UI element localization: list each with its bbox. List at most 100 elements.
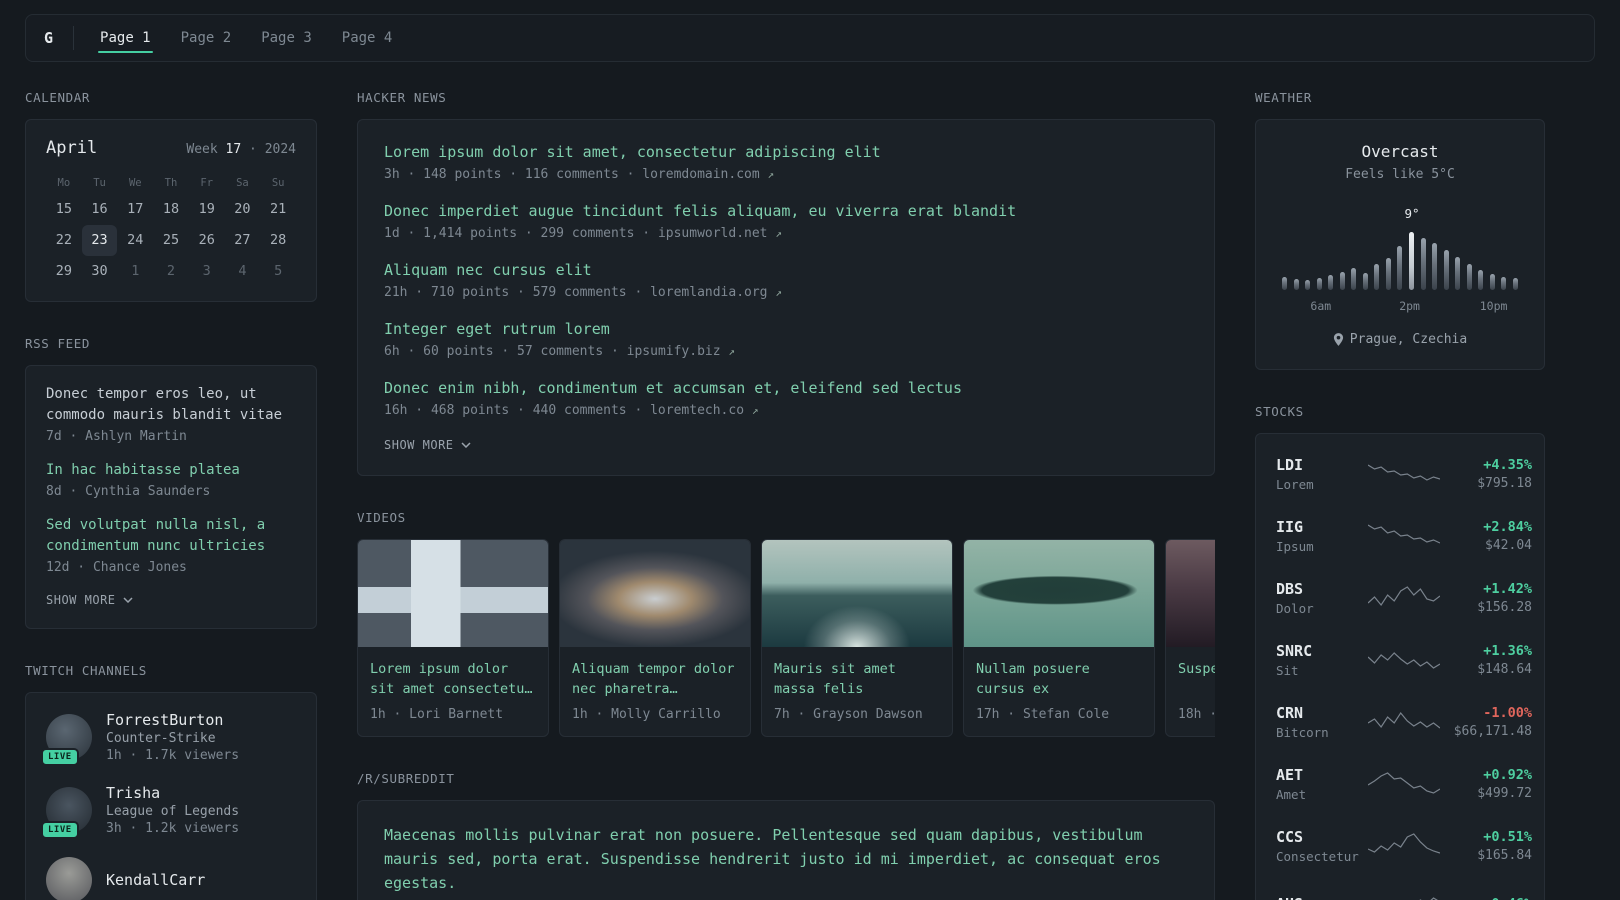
weather-bar bbox=[1501, 277, 1507, 290]
stock-row: DBS Dolor +1.42% $156.28 bbox=[1276, 567, 1532, 629]
video-thumbnail[interactable] bbox=[964, 540, 1154, 647]
stock-price: $66,171.48 bbox=[1453, 724, 1532, 739]
stock-change: +1.42% bbox=[1483, 581, 1532, 597]
stock-change: +1.36% bbox=[1483, 643, 1532, 659]
calendar-day: 15 bbox=[55, 201, 72, 217]
news-item-source-link[interactable]: ipsumworld.net ↗ bbox=[658, 226, 782, 241]
channel-name[interactable]: ForrestBurton bbox=[106, 711, 223, 729]
channel-info: Trisha League of Legends 3h · 1.2k viewers bbox=[106, 784, 239, 836]
news-item-title[interactable]: Integer eget rutrum lorem bbox=[384, 319, 1188, 339]
twitch-channel-row[interactable]: LIVE Trisha League of Legends 3h · 1.2k vie… bbox=[41, 784, 296, 839]
video-row: Lorem ipsum dolor sit amet consectetu… 1h… bbox=[357, 539, 1215, 737]
tab-page-1[interactable]: Page 1 bbox=[98, 15, 153, 61]
news-item-title[interactable]: Maecenas mollis pulvinar erat non posuer… bbox=[384, 823, 1188, 895]
stock-values: +0.92% $499.72 bbox=[1440, 767, 1532, 801]
channel-name[interactable]: KendallCarr bbox=[106, 871, 205, 889]
tab-page-4[interactable]: Page 4 bbox=[340, 15, 395, 61]
calendar-day: 19 bbox=[198, 201, 215, 217]
news-item-source-link[interactable]: loremtech.co ↗ bbox=[650, 403, 758, 418]
rss-item-title[interactable]: In hac habitasse platea bbox=[46, 460, 296, 481]
twitch-channel-row[interactable]: KendallCarr bbox=[46, 857, 296, 900]
video-card[interactable]: Mauris sit amet massa felis 7h · Grayson … bbox=[761, 539, 953, 737]
video-title[interactable]: Mauris sit amet massa felis bbox=[774, 659, 940, 699]
weather-bar bbox=[1420, 238, 1426, 290]
video-card-body: Lorem ipsum dolor sit amet consectetu… 1h… bbox=[358, 647, 548, 736]
video-card[interactable]: Aliquam tempor dolor nec pharetra… 1h · M… bbox=[559, 539, 751, 737]
stocks-section-title: STOCKS bbox=[1255, 404, 1304, 419]
video-thumbnail[interactable] bbox=[1166, 540, 1215, 647]
stock-price: $165.84 bbox=[1477, 848, 1532, 863]
weather-bar bbox=[1362, 273, 1368, 290]
tab-page-3[interactable]: Page 3 bbox=[259, 15, 314, 61]
twitch-channel-row[interactable]: LIVE ForrestBurton Counter-Strike 1h · 1.7k… bbox=[41, 711, 296, 766]
weather-time-label: 2pm bbox=[1399, 299, 1420, 313]
rss-item-title[interactable]: Sed volutpat nulla nisl, a condimentum n… bbox=[46, 515, 296, 557]
stock-sparkline bbox=[1368, 833, 1440, 854]
video-thumbnail[interactable] bbox=[560, 540, 750, 647]
news-item-stats: 1d · 1,414 points · 299 comments · bbox=[384, 226, 658, 241]
twitch-section-title: TWITCH CHANNELS bbox=[25, 663, 147, 678]
news-item: Donec imperdiet augue tincidunt felis al… bbox=[384, 201, 1188, 241]
calendar-weekday: We bbox=[128, 177, 142, 189]
calendar-weekday: Sa bbox=[236, 177, 249, 189]
channel-avatar[interactable]: LIVE bbox=[41, 714, 92, 766]
stock-id: LDI Lorem bbox=[1276, 456, 1368, 492]
right-column: WEATHER Overcast Feels like 5°C 9° 6am 2… bbox=[1255, 90, 1545, 900]
video-card[interactable]: Lorem ipsum dolor sit amet consectetu… 1h… bbox=[357, 539, 549, 737]
video-card[interactable]: Nullam posuere cursus ex 17h · Stefan Col… bbox=[963, 539, 1155, 737]
video-thumbnail[interactable] bbox=[762, 540, 952, 647]
video-title[interactable]: Suspendisse diam bbox=[1178, 659, 1215, 699]
channel-game: Counter-Strike bbox=[106, 731, 216, 746]
chevron-down-icon bbox=[123, 597, 133, 603]
video-card[interactable]: Suspendisse diam 18h · Tara bbox=[1165, 539, 1215, 737]
news-item-source-link[interactable]: ipsumify.biz ↗ bbox=[627, 344, 735, 359]
channel-avatar[interactable]: LIVE bbox=[41, 787, 92, 839]
videos-widget: VIDEOS Lorem ipsum dolor sit amet consec… bbox=[357, 510, 1215, 737]
page-tabs: Page 1 Page 2 Page 3 Page 4 bbox=[98, 15, 394, 61]
news-item-title[interactable]: Donec enim nibh, condimentum et accumsan… bbox=[384, 378, 1188, 398]
news-item-meta: 1d · 1,414 points · 299 comments · ipsum… bbox=[384, 226, 1188, 241]
stock-symbol: AET bbox=[1276, 766, 1304, 784]
stock-name: Bitcorn bbox=[1276, 725, 1329, 740]
news-item-source-link[interactable]: loremdomain.com ↗ bbox=[642, 167, 774, 182]
calendar-day: 5 bbox=[274, 263, 283, 279]
calendar-weekday: Th bbox=[164, 177, 178, 189]
rss-item-title[interactable]: Donec tempor eros leo, ut commodo mauris… bbox=[46, 384, 296, 426]
channel-viewers: 3h · 1.2k viewers bbox=[106, 821, 240, 836]
channel-game: League of Legends bbox=[106, 804, 240, 819]
news-item-meta: 16h · 468 points · 440 comments · loremt… bbox=[384, 403, 1188, 418]
calendar-day: 16 bbox=[91, 201, 108, 217]
calendar-weekday: Mo bbox=[57, 177, 71, 189]
rss-card: Donec tempor eros leo, ut commodo mauris… bbox=[25, 365, 317, 629]
hackernews-show-more-button[interactable]: SHOW MORE bbox=[384, 438, 471, 452]
video-thumbnail[interactable] bbox=[358, 540, 548, 647]
news-item-title[interactable]: Lorem ipsum dolor sit amet, consectetur … bbox=[384, 142, 1188, 162]
external-link-icon: ↗ bbox=[751, 404, 759, 417]
video-title[interactable]: Aliquam tempor dolor nec pharetra… bbox=[572, 659, 738, 699]
video-meta: 1h · Lori Barnett bbox=[370, 707, 504, 722]
rss-show-more-button[interactable]: SHOW MORE bbox=[46, 593, 133, 607]
app-logo[interactable]: G bbox=[44, 29, 53, 47]
stock-symbol: AHS bbox=[1276, 895, 1368, 900]
stock-symbol: CRN bbox=[1276, 704, 1304, 722]
video-title[interactable]: Lorem ipsum dolor sit amet consectetu… bbox=[370, 659, 536, 699]
news-item-title[interactable]: Donec imperdiet augue tincidunt felis al… bbox=[384, 201, 1188, 221]
tab-page-2[interactable]: Page 2 bbox=[179, 15, 234, 61]
channel-avatar[interactable] bbox=[46, 857, 92, 900]
news-item-source-link[interactable]: loremlandia.org ↗ bbox=[650, 285, 782, 300]
calendar-header: April Week 17 · 2024 bbox=[46, 138, 296, 158]
stock-row: CRN Bitcorn -1.00% $66,171.48 bbox=[1276, 691, 1532, 753]
calendar-day: 3 bbox=[202, 263, 211, 279]
channel-info: ForrestBurton Counter-Strike 1h · 1.7k vie… bbox=[106, 711, 239, 763]
video-title[interactable]: Nullam posuere cursus ex bbox=[976, 659, 1142, 699]
news-item: Aliquam nec cursus elit 21h · 710 points … bbox=[384, 260, 1188, 300]
stock-change: +0.92% bbox=[1483, 767, 1532, 783]
news-item-title[interactable]: Aliquam nec cursus elit bbox=[384, 260, 1188, 280]
calendar-day: 1 bbox=[131, 263, 140, 279]
stock-price: $499.72 bbox=[1477, 786, 1532, 801]
subreddit-widget: /R/SUBREDDIT Maecenas mollis pulvinar er… bbox=[357, 771, 1215, 900]
channel-name[interactable]: Trisha bbox=[106, 784, 160, 802]
stock-values: +2.84% $42.04 bbox=[1440, 519, 1532, 553]
stock-row: SNRC Sit +1.36% $148.64 bbox=[1276, 629, 1532, 691]
weather-feels-like: Feels like 5°C bbox=[1345, 167, 1455, 182]
